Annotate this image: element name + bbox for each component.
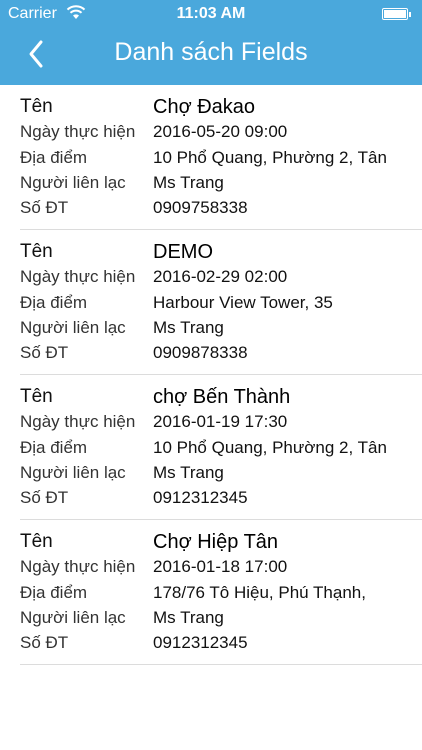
status-bar: Carrier 11:03 AM <box>0 0 422 30</box>
location-row: Địa điểm 10 Phổ Quang, Phường 2, Tân <box>20 438 420 463</box>
phone-value: 0912312345 <box>153 488 248 507</box>
name-row: Tên DEMO <box>20 241 420 266</box>
date-row: Ngày thực hiện 2016-05-20 09:00 <box>20 122 420 147</box>
contact-value: Ms Trang <box>153 608 224 627</box>
date-row: Ngày thực hiện 2016-01-19 17:30 <box>20 412 420 437</box>
name-value: Chợ Hiệp Tân <box>153 531 279 553</box>
phone-row: Số ĐT 0909758338 <box>20 198 420 223</box>
contact-label: Người liên lạc <box>20 318 126 337</box>
contact-label: Người liên lạc <box>20 608 126 627</box>
name-label: Tên <box>20 241 53 262</box>
name-label: Tên <box>20 531 53 552</box>
phone-row: Số ĐT 0912312345 <box>20 633 420 658</box>
contact-value: Ms Trang <box>153 318 224 337</box>
location-label: Địa điểm <box>20 438 88 457</box>
name-row: Tên chợ Bến Thành <box>20 386 420 411</box>
location-row: Địa điểm 10 Phổ Quang, Phường 2, Tân <box>20 148 420 173</box>
phone-label: Số ĐT <box>20 198 69 217</box>
contact-label: Người liên lạc <box>20 463 126 482</box>
location-value: 10 Phổ Quang, Phường 2, Tân <box>153 148 387 167</box>
date-row: Ngày thực hiện 2016-01-18 17:00 <box>20 557 420 582</box>
nav-bar: Danh sách Fields <box>0 30 422 85</box>
list-item[interactable]: Tên DEMO Ngày thực hiện 2016-02-29 02:00… <box>20 230 422 375</box>
date-label: Ngày thực hiện <box>20 557 136 576</box>
name-value: chợ Bến Thành <box>153 386 291 408</box>
contact-label: Người liên lạc <box>20 173 126 192</box>
contact-row: Người liên lạc Ms Trang <box>20 608 420 633</box>
phone-value: 0909878338 <box>153 343 248 362</box>
phone-label: Số ĐT <box>20 633 69 652</box>
date-label: Ngày thực hiện <box>20 122 136 141</box>
name-row: Tên Chợ Đakao <box>20 96 420 121</box>
phone-label: Số ĐT <box>20 488 69 507</box>
phone-row: Số ĐT 0912312345 <box>20 488 420 513</box>
name-row: Tên Chợ Hiệp Tân <box>20 531 420 556</box>
contact-row: Người liên lạc Ms Trang <box>20 463 420 488</box>
name-label: Tên <box>20 386 53 407</box>
location-row: Địa điểm Harbour View Tower, 35 <box>20 293 420 318</box>
status-time: 11:03 AM <box>176 5 246 22</box>
list-item[interactable]: Tên Chợ Hiệp Tân Ngày thực hiện 2016-01-… <box>20 520 422 665</box>
header: Carrier 11:03 AM Danh sách Fields <box>0 0 422 85</box>
contact-row: Người liên lạc Ms Trang <box>20 173 420 198</box>
location-label: Địa điểm <box>20 293 88 312</box>
name-value: Chợ Đakao <box>153 96 256 118</box>
name-label: Tên <box>20 96 53 117</box>
date-value: 2016-01-19 17:30 <box>153 412 288 431</box>
date-label: Ngày thực hiện <box>20 412 136 431</box>
name-value: DEMO <box>153 241 213 263</box>
battery-icon <box>382 8 411 20</box>
page-title: Danh sách Fields <box>114 38 308 66</box>
location-value: Harbour View Tower, 35 <box>153 293 333 312</box>
list-item[interactable]: Tên chợ Bến Thành Ngày thực hiện 2016-01… <box>20 375 422 520</box>
phone-label: Số ĐT <box>20 343 69 362</box>
location-row: Địa điểm 178/76 Tô Hiệu, Phú Thạnh, <box>20 583 420 608</box>
phone-value: 0909758338 <box>153 198 248 217</box>
location-label: Địa điểm <box>20 148 88 167</box>
phone-row: Số ĐT 0909878338 <box>20 343 420 368</box>
date-row: Ngày thực hiện 2016-02-29 02:00 <box>20 267 420 292</box>
date-value: 2016-02-29 02:00 <box>153 267 288 286</box>
phone-value: 0912312345 <box>153 633 248 652</box>
contact-value: Ms Trang <box>153 173 224 192</box>
location-value: 10 Phổ Quang, Phường 2, Tân <box>153 438 387 457</box>
contact-value: Ms Trang <box>153 463 224 482</box>
list-item[interactable]: Tên Chợ Đakao Ngày thực hiện 2016-05-20 … <box>20 85 422 230</box>
date-label: Ngày thực hiện <box>20 267 136 286</box>
date-value: 2016-01-18 17:00 <box>153 557 288 576</box>
fields-list: Tên Chợ Đakao Ngày thực hiện 2016-05-20 … <box>0 85 422 665</box>
location-value: 178/76 Tô Hiệu, Phú Thạnh, <box>153 583 366 602</box>
contact-row: Người liên lạc Ms Trang <box>20 318 420 343</box>
location-label: Địa điểm <box>20 583 88 602</box>
date-value: 2016-05-20 09:00 <box>153 122 288 141</box>
